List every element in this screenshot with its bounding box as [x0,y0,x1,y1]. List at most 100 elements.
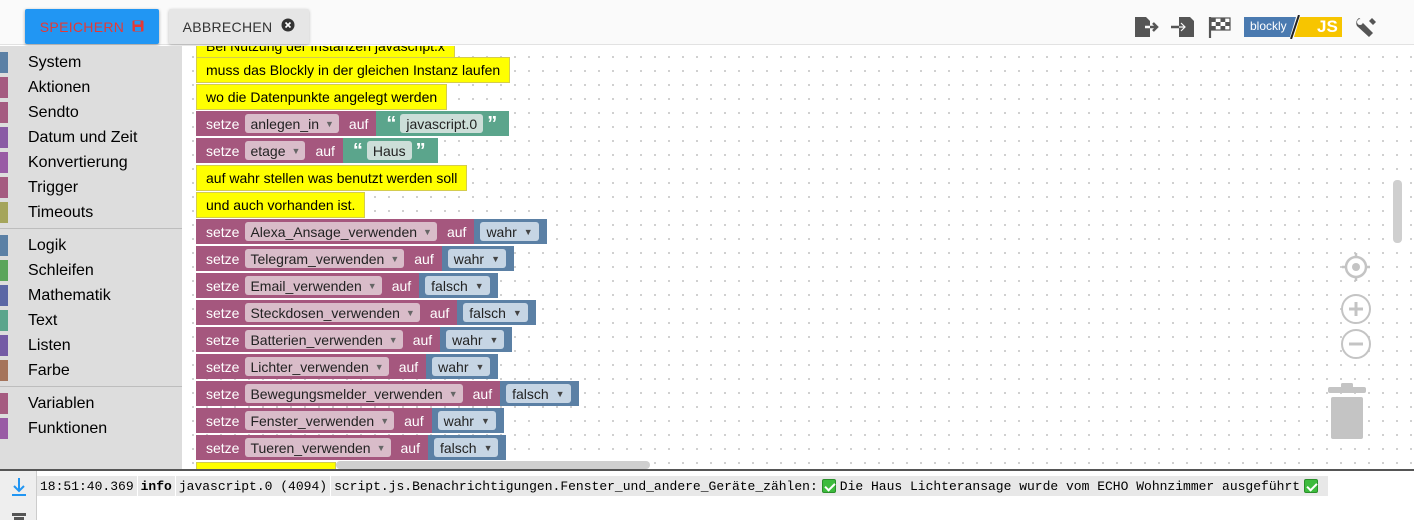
text-value-field[interactable]: javascript.0 [400,114,484,133]
cancel-button[interactable]: ABBRECHEN [169,9,309,44]
set-variable-block[interactable]: setze Bewegungsmelder_verwenden ▼ auf fal… [196,381,579,406]
category-color [0,285,8,306]
variable-name: Fenster_verwenden [250,412,375,429]
comment-block[interactable]: muss das Blockly in der gleichen Instanz… [196,57,511,83]
comment-block[interactable]: wo die Datenpunkte angelegt werden [196,84,448,110]
open-quote-icon: “ [352,139,363,162]
log-level: info [138,476,176,496]
clear-log-icon[interactable] [11,510,27,520]
variable-dropdown[interactable]: Telegram_verwenden ▼ [245,249,405,268]
boolean-dropdown[interactable]: falsch ▼ [433,438,499,457]
category-funktionen[interactable]: Funktionen [0,416,182,441]
boolean-block[interactable]: wahr ▼ [426,354,499,379]
set-variable-block[interactable]: setze Tueren_verwenden ▼ auf falsch ▼ [196,435,507,460]
comment-block[interactable] [196,462,336,469]
dropdown-arrow-icon: ▼ [512,307,522,318]
category-aktionen[interactable]: Aktionen [0,75,182,100]
category-listen[interactable]: Listen [0,333,182,358]
variable-dropdown[interactable]: Fenster_verwenden ▼ [245,411,395,430]
comment-text: wo die Datenpunkte angelegt werden [206,89,438,105]
category-system[interactable]: System [0,50,182,75]
variable-dropdown[interactable]: Lichter_verwenden ▼ [245,357,389,376]
boolean-dropdown[interactable]: falsch ▼ [506,384,571,403]
boolean-block[interactable]: falsch ▼ [500,381,579,406]
boolean-dropdown[interactable]: wahr ▼ [446,330,505,349]
boolean-dropdown[interactable]: wahr ▼ [437,411,496,430]
wrench-icon[interactable] [1353,15,1379,39]
set-variable-block[interactable]: setze etage ▼ auf “Haus” [196,138,438,163]
boolean-block[interactable]: falsch ▼ [419,273,498,298]
zoom-in-icon[interactable] [1340,293,1372,330]
text-value-field[interactable]: Haus [366,141,412,160]
variable-dropdown[interactable]: Tueren_verwenden ▼ [245,438,391,457]
boolean-dropdown[interactable]: wahr ▼ [447,249,506,268]
comment-block[interactable]: und auch vorhanden ist. [196,192,366,218]
variable-dropdown[interactable]: Bewegungsmelder_verwenden ▼ [245,384,463,403]
text-block[interactable]: “Haus” [342,138,438,163]
set-variable-block[interactable]: setze Lichter_verwenden ▼ auf wahr ▼ [196,354,499,379]
category-trigger[interactable]: Trigger [0,175,182,200]
save-button[interactable]: SPEICHERN [25,9,159,44]
variable-dropdown[interactable]: anlegen_in ▼ [245,114,339,133]
category-logik[interactable]: Logik [0,233,182,258]
set-keyword: setze [206,331,240,348]
toggle-blockly-label: blockly [1250,19,1287,33]
export-icon[interactable] [1133,15,1159,39]
category-sendto[interactable]: Sendto [0,100,182,125]
vertical-scrollbar[interactable] [1393,180,1402,243]
scroll-down-icon[interactable] [10,477,28,502]
zoom-out-icon[interactable] [1340,328,1372,365]
category-mathematik[interactable]: Mathematik [0,283,182,308]
variable-dropdown[interactable]: Batterien_verwenden ▼ [245,330,403,349]
category-schleifen[interactable]: Schleifen [0,258,182,283]
boolean-dropdown[interactable]: wahr ▼ [480,222,539,241]
category-variablen[interactable]: Variablen [0,391,182,416]
set-variable-block[interactable]: setze Batterien_verwenden ▼ auf wahr ▼ [196,327,513,352]
set-keyword: setze [206,277,240,294]
dropdown-arrow-icon: ▼ [376,442,386,453]
category-text[interactable]: Text [0,308,182,333]
comment-block[interactable]: auf wahr stellen was benutzt werden soll [196,165,468,191]
category-timeouts[interactable]: Timeouts [0,200,182,225]
import-icon[interactable] [1170,15,1196,39]
to-keyword: auf [398,358,419,375]
set-variable-block[interactable]: setze Email_verwenden ▼ auf falsch ▼ [196,273,498,298]
variable-dropdown[interactable]: etage ▼ [245,141,306,160]
boolean-block[interactable]: wahr ▼ [474,219,547,244]
set-keyword: setze [206,358,240,375]
set-variable-block[interactable]: setze Alexa_Ansage_verwenden ▼ auf wahr ▼ [196,219,547,244]
boolean-block[interactable]: wahr ▼ [441,246,514,271]
boolean-dropdown[interactable]: falsch ▼ [463,303,528,322]
category-label: Logik [28,236,67,254]
recenter-icon[interactable] [1340,251,1372,288]
boolean-dropdown[interactable]: falsch ▼ [425,276,490,295]
text-block[interactable]: “javascript.0” [376,111,510,136]
trash-icon[interactable] [1326,383,1368,446]
category-datum-und-zeit[interactable]: Datum und Zeit [0,125,182,150]
blockly-js-toggle[interactable]: blockly JS [1244,15,1342,39]
boolean-dropdown[interactable]: wahr ▼ [432,357,491,376]
variable-dropdown[interactable]: Steckdosen_verwenden ▼ [245,303,420,322]
set-variable-block[interactable]: setze anlegen_in ▼ auf “javascript.0” [196,111,510,136]
horizontal-scrollbar[interactable] [336,461,650,469]
boolean-block[interactable]: wahr ▼ [431,408,504,433]
boolean-block[interactable]: wahr ▼ [440,327,513,352]
dropdown-arrow-icon: ▼ [474,280,484,291]
set-variable-block[interactable]: setze Steckdosen_verwenden ▼ auf falsch ▼ [196,300,536,325]
dropdown-arrow-icon: ▼ [491,253,500,264]
category-color [0,360,8,381]
boolean-value: falsch [439,439,477,456]
boolean-value: wahr [452,331,483,348]
variable-dropdown[interactable]: Alexa_Ansage_verwenden ▼ [245,222,437,241]
category-farbe[interactable]: Farbe [0,358,182,383]
variable-dropdown[interactable]: Email_verwenden ▼ [245,276,382,295]
blockly-workspace[interactable]: Bei Nutzung der Instanzen javascript.x m… [182,46,1414,469]
boolean-block[interactable]: falsch ▼ [457,300,536,325]
set-variable-block[interactable]: setze Telegram_verwenden ▼ auf wahr ▼ [196,246,514,271]
category-separator [0,386,182,387]
set-variable-block[interactable]: setze Fenster_verwenden ▼ auf wahr ▼ [196,408,504,433]
category-konvertierung[interactable]: Konvertierung [0,150,182,175]
to-keyword: auf [412,331,433,348]
checkered-flag-icon[interactable] [1207,15,1233,39]
boolean-block[interactable]: falsch ▼ [427,435,507,460]
